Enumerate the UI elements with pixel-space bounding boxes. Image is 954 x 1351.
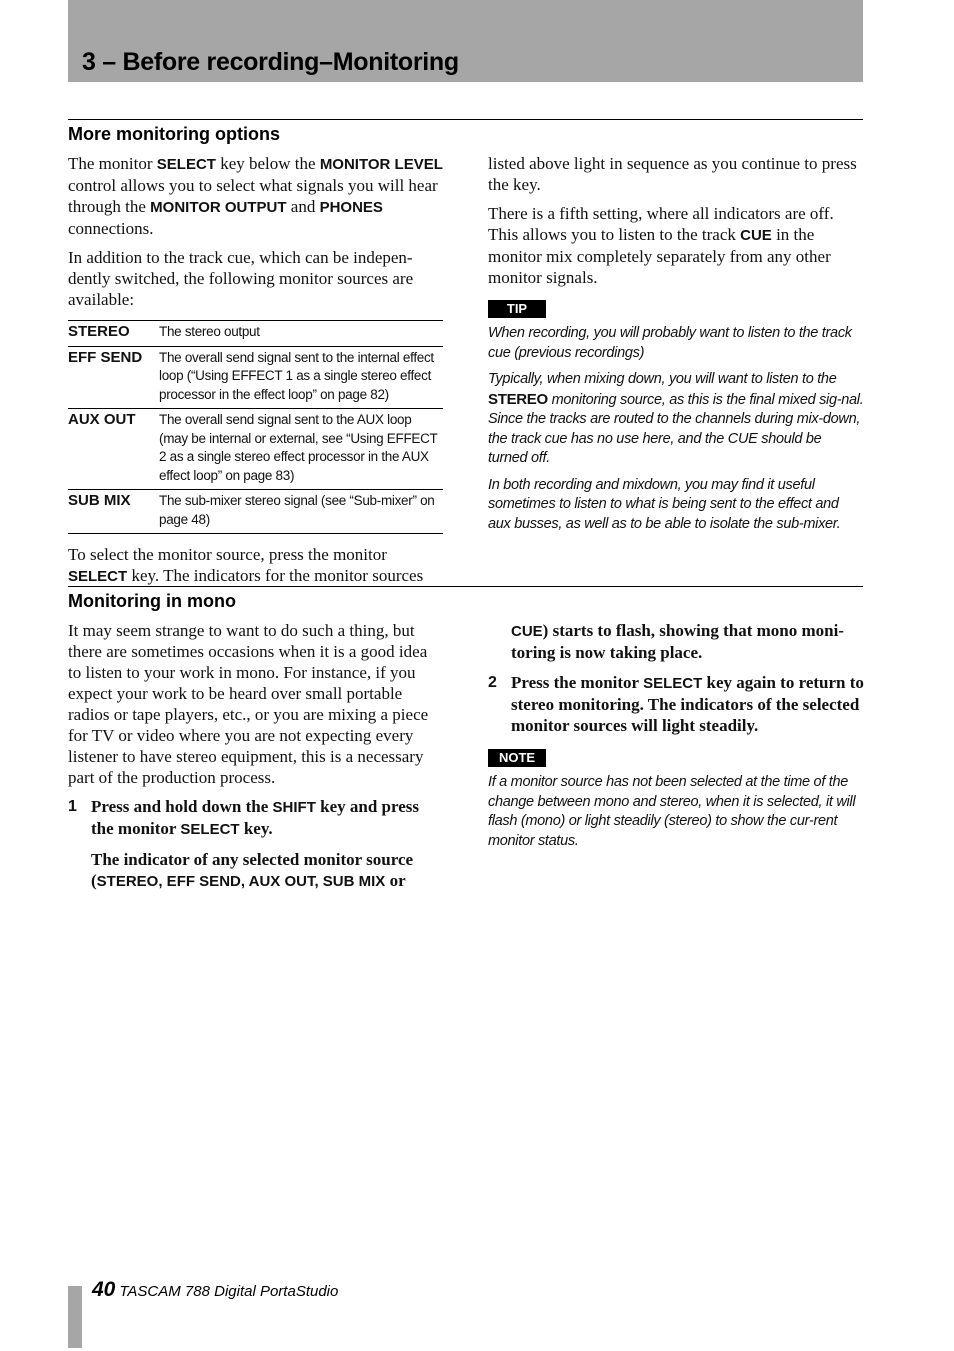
key-select: SELECT — [68, 568, 128, 585]
key-cue: CUE — [740, 227, 772, 244]
key-stereo: STEREO — [488, 390, 548, 408]
tip-paragraph: Typically, when mixing down, you will wa… — [488, 371, 864, 466]
chapter-title: 3 – Before recording–Monitoring — [82, 48, 459, 76]
section2-left-column: It may seem strange to want to do such a… — [68, 620, 443, 901]
section1-left-column: The monitor SELECT key below the MONITOR… — [68, 153, 443, 595]
note-paragraph: If a monitor source has not been selecte… — [488, 774, 856, 849]
paragraph-sequence: listed above light in sequence as you co… — [488, 154, 857, 194]
source-description: The stereo output — [159, 324, 260, 339]
paragraph-fifth-setting: There is a fifth setting, where all indi… — [488, 204, 834, 287]
step-number: 2 — [488, 674, 497, 691]
key-sources: STEREO, EFF SEND, AUX OUT, SUB MIX — [96, 873, 386, 890]
paragraph-mono-intro: It may seem strange to want to do such a… — [68, 621, 429, 787]
paragraph-monitor-sources-intro: In addition to the track cue, which can … — [68, 248, 414, 309]
tip-label: TIP — [488, 300, 546, 318]
key-cue: CUE — [511, 623, 543, 640]
table-row: AUX OUT The overall send signal sent to … — [68, 409, 443, 490]
key-phones: PHONES — [319, 199, 383, 216]
footer-bar — [68, 1286, 82, 1348]
note-label: NOTE — [488, 749, 546, 767]
step-2: 2 Press the monitor SELECT key again to … — [488, 673, 864, 735]
source-term: SUB MIX — [68, 492, 131, 509]
key-monitor-level: MONITOR LEVEL — [319, 156, 443, 173]
section-title-monitoring-in-mono: Monitoring in mono — [68, 591, 236, 611]
page-number: 40 — [92, 1278, 116, 1301]
section-title-more-monitoring-options: More monitoring options — [68, 124, 280, 144]
table-row: STEREO The stereo output — [68, 321, 443, 346]
key-shift: SHIFT — [272, 799, 316, 816]
section1-right-column: listed above light in sequence as you co… — [488, 153, 864, 541]
source-term: EFF SEND — [68, 348, 143, 366]
key-monitor-output: MONITOR OUTPUT — [150, 199, 287, 216]
step-1-result-continued: CUE) starts to flash, showing that mono … — [511, 621, 844, 662]
source-description: The overall send signal sent to the AUX … — [159, 412, 438, 483]
paragraph-monitor-select: The monitor SELECT key below the MONITOR… — [68, 154, 443, 238]
source-description: The overall send signal sent to the inte… — [159, 349, 434, 402]
product-name: TASCAM 788 Digital PortaStudio — [119, 1283, 339, 1300]
section2-right-column: CUE) starts to flash, showing that mono … — [488, 620, 864, 858]
source-term: AUX OUT — [68, 411, 136, 428]
page-footer: 40 TASCAM 788 Digital PortaStudio — [92, 1278, 338, 1302]
section-divider — [68, 119, 863, 120]
step-number: 1 — [68, 798, 77, 815]
key-select: SELECT — [180, 821, 240, 838]
table-row: SUB MIX The sub-mixer stereo signal (see… — [68, 490, 443, 534]
tip-paragraph: When recording, you will probably want t… — [488, 325, 852, 361]
source-description: The sub-mixer stereo signal (see “Sub-mi… — [159, 493, 435, 527]
table-row: EFF SEND The overall send signal sent to… — [68, 346, 443, 409]
source-term: STEREO — [68, 323, 130, 340]
monitor-sources-table: STEREO The stereo output EFF SEND The ov… — [68, 320, 443, 534]
paragraph-select-source: To select the monitor source, press the … — [68, 545, 424, 585]
key-select: SELECT — [156, 156, 216, 173]
step-1-result: The indicator of any selected monitor so… — [91, 850, 414, 890]
tip-paragraph: In both recording and mixdown, you may f… — [488, 476, 841, 532]
step-1: 1 Press and hold down the SHIFT key and … — [68, 797, 420, 838]
section-divider — [68, 586, 863, 587]
key-select: SELECT — [643, 675, 703, 692]
